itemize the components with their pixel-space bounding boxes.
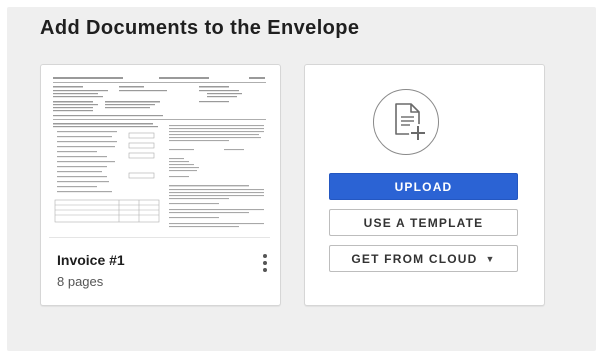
- document-card[interactable]: Invoice #1 8 pages: [40, 64, 281, 306]
- document-page-count: 8 pages: [57, 274, 104, 289]
- document-name: Invoice #1: [57, 252, 125, 268]
- add-document-icon: [373, 89, 439, 155]
- get-from-cloud-label: GET FROM CLOUD: [351, 251, 478, 266]
- use-template-button[interactable]: USE A TEMPLATE: [329, 209, 518, 236]
- upload-button[interactable]: UPLOAD: [329, 173, 518, 200]
- more-options-icon[interactable]: [257, 246, 273, 280]
- document-preview-image: [49, 73, 270, 237]
- get-from-cloud-button[interactable]: GET FROM CLOUD ▼: [329, 245, 518, 272]
- caret-down-icon: ▼: [485, 253, 496, 264]
- page-title: Add Documents to the Envelope: [40, 17, 360, 39]
- add-document-card: UPLOAD USE A TEMPLATE GET FROM CLOUD ▼: [304, 64, 545, 306]
- document-thumbnail[interactable]: [49, 73, 270, 238]
